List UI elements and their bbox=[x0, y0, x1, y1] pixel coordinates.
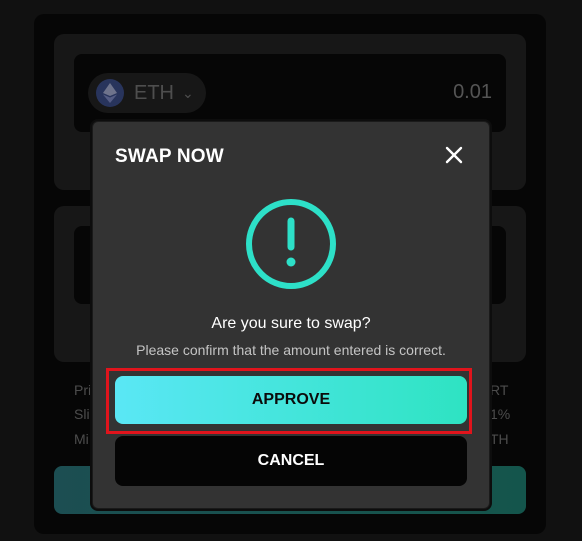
swap-confirm-modal: SWAP NOW Are you sure to swap? Please co… bbox=[92, 121, 490, 509]
modal-title: SWAP NOW bbox=[115, 146, 224, 167]
confirm-question: Are you sure to swap? bbox=[211, 315, 371, 332]
close-icon[interactable] bbox=[445, 146, 463, 164]
approve-button[interactable]: APPROVE bbox=[115, 376, 467, 424]
exclamation-circle-icon bbox=[244, 197, 338, 296]
confirm-hint: Please confirm that the amount entered i… bbox=[136, 342, 446, 358]
cancel-button[interactable]: CANCEL bbox=[115, 436, 467, 486]
